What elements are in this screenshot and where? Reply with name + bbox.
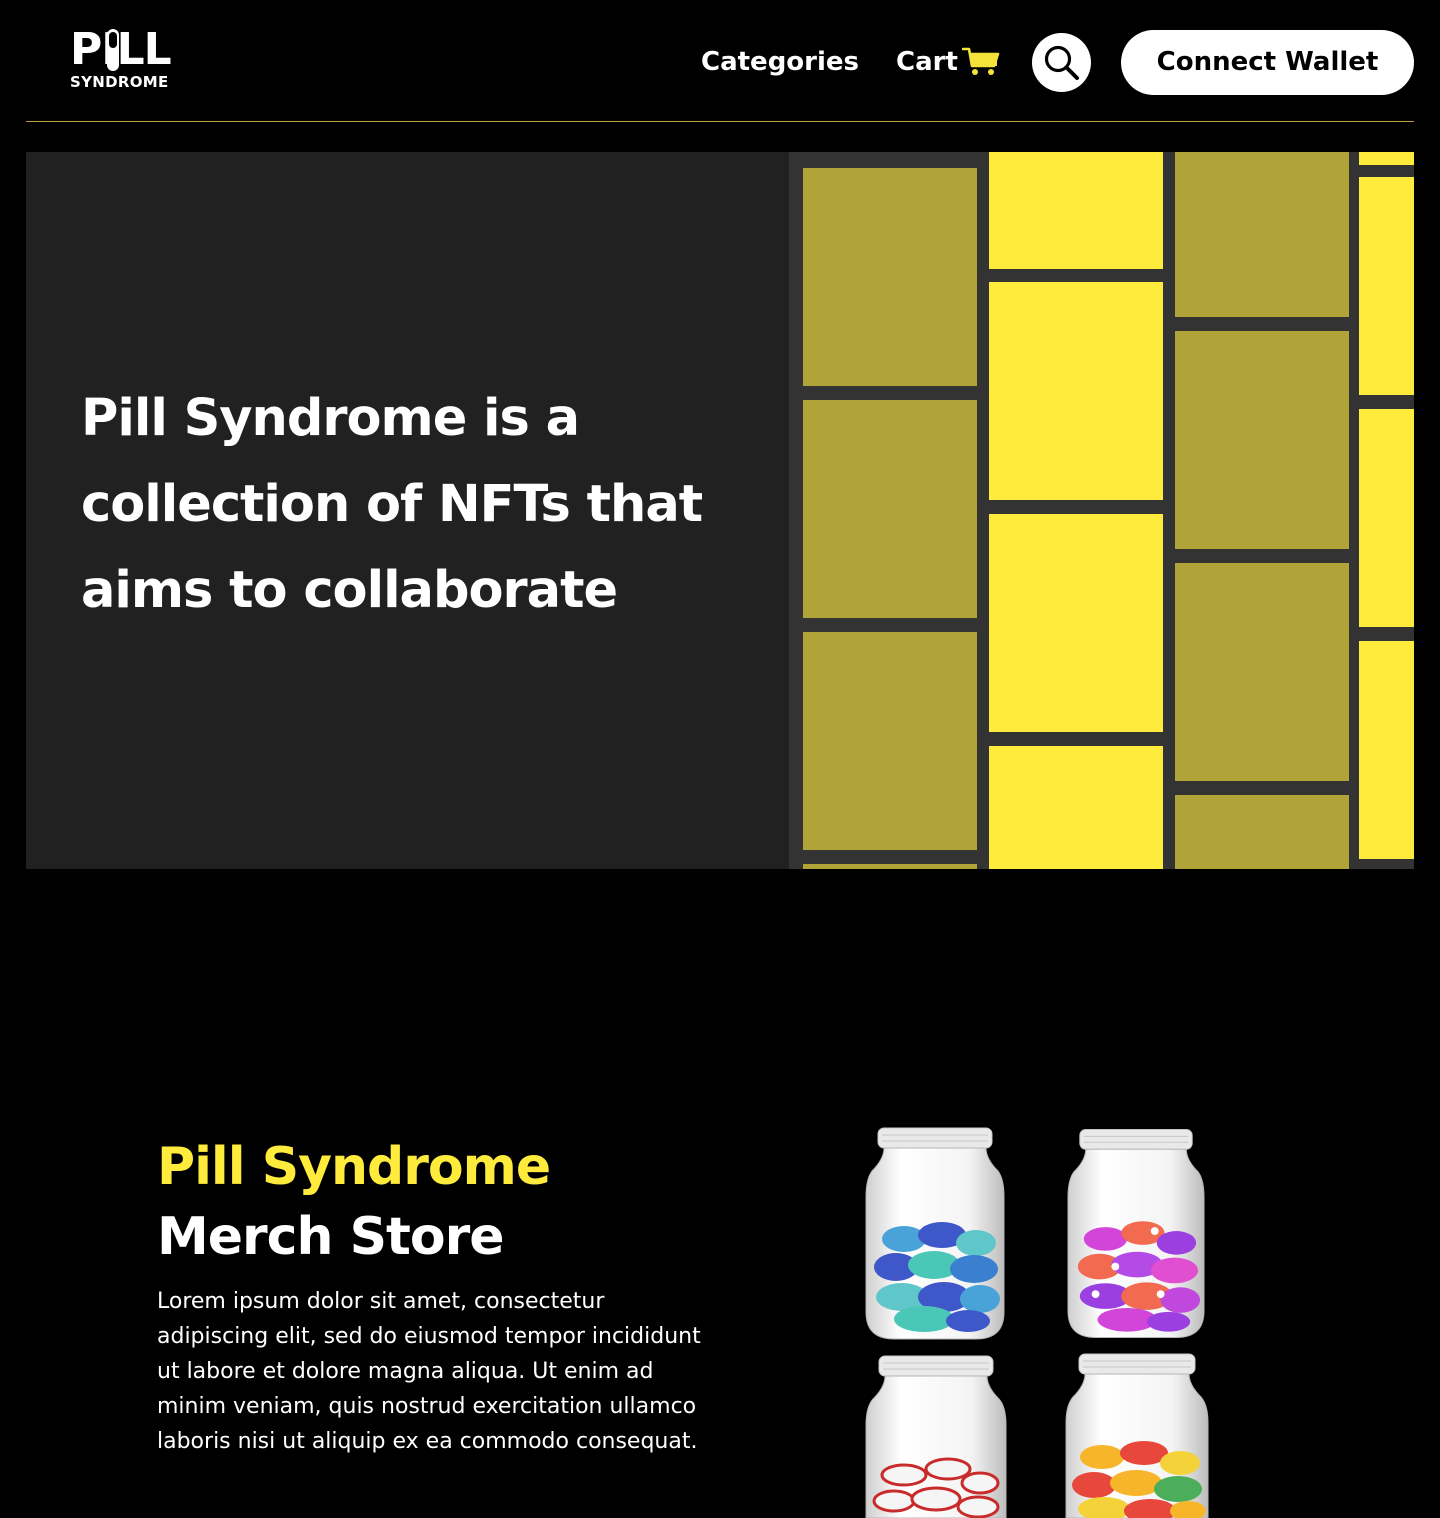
merch-description: Lorem ipsum dolor sit amet, consectetur …	[157, 1289, 701, 1454]
mosaic-tile	[803, 864, 977, 869]
mosaic-tile	[1175, 152, 1349, 317]
mosaic-tile	[1175, 331, 1349, 549]
nav-cart-link[interactable]: Cart	[896, 44, 958, 80]
mosaic-tile	[1359, 641, 1414, 859]
merch-title: Pill Syndrome Merch Store	[157, 1132, 551, 1272]
search-button[interactable]	[1032, 33, 1091, 92]
mosaic-tile	[1175, 563, 1349, 781]
pill-jar-purple-image	[1067, 1129, 1205, 1339]
cart-icon[interactable]	[962, 46, 1000, 78]
mosaic-tile	[989, 282, 1163, 500]
mosaic-tile	[803, 400, 977, 618]
pill-jar-blue-image	[865, 1127, 1005, 1340]
mosaic-tile	[803, 168, 977, 386]
mosaic-tile	[989, 152, 1163, 269]
mosaic-tile	[1359, 409, 1414, 627]
nav-categories-link[interactable]: Categories	[701, 44, 859, 80]
logo[interactable]: PILL SYNDROME	[70, 28, 185, 92]
search-icon	[1044, 45, 1079, 80]
merch-title-accent: Pill Syndrome	[157, 1137, 551, 1197]
logo-text-bottom: SYNDROME	[70, 73, 169, 91]
hero-mosaic	[789, 152, 1414, 869]
pill-jar-red-image	[865, 1355, 1007, 1518]
hero-title: Pill Syndrome is a collection of NFTs th…	[81, 389, 703, 620]
header-divider	[26, 121, 1414, 122]
mosaic-tile	[1175, 795, 1349, 869]
mosaic-tile	[989, 746, 1163, 869]
mosaic-tile	[803, 632, 977, 850]
pill-jar-yellow-image	[1065, 1353, 1209, 1518]
hero-section: Pill Syndrome is a collection of NFTs th…	[26, 152, 1414, 869]
mosaic-tile	[1359, 152, 1414, 165]
pill-logo-icon	[107, 29, 119, 71]
logo-text-top: PILL	[70, 24, 172, 75]
connect-wallet-button[interactable]: Connect Wallet	[1121, 30, 1414, 95]
mosaic-tile	[989, 514, 1163, 732]
merch-title-rest: Merch Store	[157, 1207, 505, 1267]
mosaic-tile	[1359, 177, 1414, 395]
